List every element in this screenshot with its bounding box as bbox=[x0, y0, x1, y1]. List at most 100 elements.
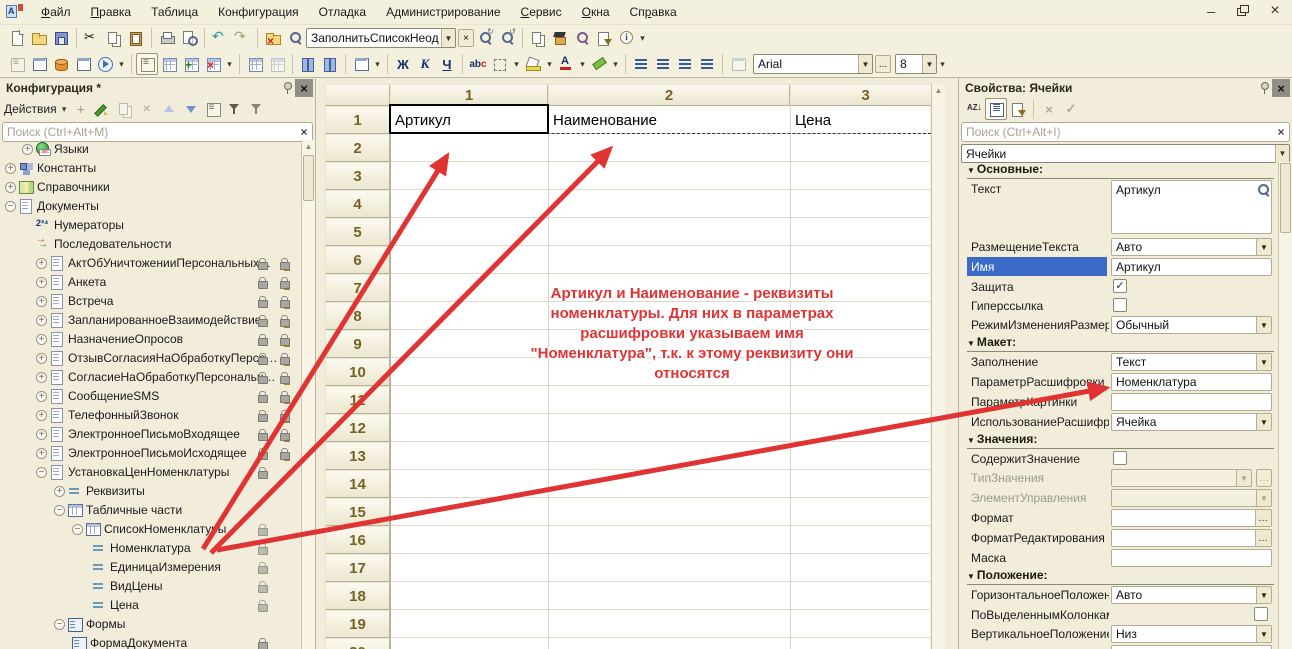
toolbar-overflow-icon[interactable]: ▾ bbox=[937, 53, 948, 75]
row-header-17[interactable]: 17 bbox=[325, 554, 390, 582]
search-clear-icon[interactable]: × bbox=[1273, 125, 1289, 139]
zoom-icon[interactable] bbox=[1255, 182, 1271, 198]
merge-cells-button[interactable] bbox=[244, 53, 266, 75]
tree-item-3[interactable]: +Справочники bbox=[0, 178, 299, 197]
cell-r1c3[interactable]: Цена bbox=[791, 106, 940, 134]
dropdown-icon[interactable]: ▾ bbox=[610, 53, 621, 75]
delete-button[interactable] bbox=[136, 98, 158, 120]
tree-item-17[interactable]: +ЭлектронноеПисьмоИсходящее bbox=[0, 444, 299, 463]
expand-icon[interactable]: + bbox=[5, 163, 16, 174]
tree-item-23[interactable]: ЕдиницаИзмерения bbox=[0, 558, 299, 577]
font-dialog-button[interactable]: ... bbox=[875, 55, 891, 73]
find-in-metadata-button[interactable] bbox=[571, 27, 593, 49]
property-select[interactable]: Авто▼ bbox=[1111, 238, 1272, 256]
property-select[interactable]: ▼ bbox=[1111, 489, 1272, 507]
sheet-scrollbar[interactable]: ▲ bbox=[931, 84, 945, 649]
redo-button[interactable]: ↷ bbox=[231, 27, 253, 49]
row-header-14[interactable]: 14 bbox=[325, 470, 390, 498]
restore-button[interactable] bbox=[1234, 2, 1252, 20]
named-area-button[interactable] bbox=[350, 53, 372, 75]
menu-item-7[interactable]: Сервис bbox=[511, 3, 572, 21]
unmerge-cells-button[interactable] bbox=[266, 53, 288, 75]
dropdown-icon[interactable]: ▼ bbox=[1256, 490, 1271, 506]
ellipsis-button[interactable]: … bbox=[1256, 469, 1272, 487]
copy-button[interactable] bbox=[103, 27, 125, 49]
dropdown-icon[interactable]: ▾ bbox=[544, 53, 555, 75]
property-input[interactable]: Номенклатура bbox=[1111, 373, 1272, 391]
find-in-document-button[interactable] bbox=[262, 27, 284, 49]
dropdown-icon[interactable]: ▾ bbox=[511, 53, 522, 75]
edit-button[interactable] bbox=[92, 98, 114, 120]
font-size-combobox[interactable]: 8▼ bbox=[895, 54, 937, 74]
ellipsis-icon[interactable]: … bbox=[1255, 530, 1271, 546]
panels-button[interactable] bbox=[72, 53, 94, 75]
property-select[interactable]: Обычный▼ bbox=[1111, 316, 1272, 334]
expand-icon[interactable]: + bbox=[36, 258, 47, 269]
text-color-abc-button[interactable]: abc bbox=[467, 53, 489, 75]
tree-item-20[interactable]: −Табличные части bbox=[0, 501, 299, 520]
property-checkbox[interactable] bbox=[1254, 607, 1268, 621]
cut-button[interactable]: ✂ bbox=[81, 27, 103, 49]
configuration-close-icon[interactable]: × bbox=[295, 79, 313, 97]
properties-search[interactable]: Поиск (Ctrl+Alt+I) × bbox=[961, 122, 1290, 142]
row-header-4[interactable]: 4 bbox=[325, 190, 390, 218]
sort-alphabetical-button[interactable] bbox=[963, 98, 985, 120]
section-header-4[interactable]: ▼Положение: bbox=[967, 568, 1274, 585]
view-by-category-button[interactable] bbox=[985, 98, 1007, 120]
cell-r1c2[interactable]: Наименование bbox=[549, 106, 789, 134]
dropdown-icon[interactable]: ▼ bbox=[1256, 239, 1271, 255]
tree-item-2[interactable]: +Константы bbox=[0, 159, 299, 178]
move-right-button[interactable] bbox=[319, 53, 341, 75]
save-button[interactable] bbox=[50, 27, 72, 49]
expand-icon[interactable]: + bbox=[54, 486, 65, 497]
dropdown-icon[interactable]: ▼ bbox=[858, 55, 872, 73]
column-header-1[interactable]: 1 bbox=[390, 84, 548, 106]
row-header-5[interactable]: 5 bbox=[325, 218, 390, 246]
cancel-edit-button[interactable]: × bbox=[1038, 98, 1060, 120]
tree-item-12[interactable]: +ОтзывСогласияНаОбработкуПерсо… bbox=[0, 349, 299, 368]
row-header-7[interactable]: 7 bbox=[325, 274, 390, 302]
collapse-icon[interactable]: − bbox=[72, 524, 83, 535]
copy-fragment-button[interactable] bbox=[527, 27, 549, 49]
expand-icon[interactable]: + bbox=[36, 410, 47, 421]
menu-item-1[interactable]: Файл bbox=[31, 3, 81, 21]
expand-icon[interactable]: + bbox=[36, 372, 47, 383]
find-prev-button[interactable]: ↺ bbox=[496, 27, 518, 49]
property-select[interactable]: Текст▼ bbox=[1111, 353, 1272, 371]
menu-item-5[interactable]: Отладка bbox=[309, 3, 376, 21]
expand-icon[interactable]: + bbox=[36, 296, 47, 307]
tree-item-14[interactable]: +СообщениеSMS bbox=[0, 387, 299, 406]
tree-item-13[interactable]: +СогласиеНаОбработкуПерсональн… bbox=[0, 368, 299, 387]
clear-search-button[interactable]: × bbox=[458, 29, 474, 47]
tree-item-16[interactable]: +ЭлектронноеПисьмоВходящее bbox=[0, 425, 299, 444]
align-left-button[interactable] bbox=[630, 53, 652, 75]
pin-icon[interactable] bbox=[279, 80, 295, 96]
background-button[interactable] bbox=[727, 53, 749, 75]
properties-close-icon[interactable]: × bbox=[1272, 79, 1290, 97]
paste-button[interactable] bbox=[125, 27, 147, 49]
sort-list-button[interactable] bbox=[202, 98, 224, 120]
row-header-20[interactable]: 20 bbox=[325, 638, 390, 649]
tree-item-8[interactable]: +Анкета bbox=[0, 273, 299, 292]
menu-item-4[interactable]: Конфигурация bbox=[208, 3, 309, 21]
dropdown-icon[interactable]: ▼ bbox=[922, 55, 936, 73]
property-select[interactable]: Ячейка▼ bbox=[1111, 413, 1272, 431]
row-header-10[interactable]: 10 bbox=[325, 358, 390, 386]
dropdown-icon[interactable]: ▼ bbox=[1256, 354, 1271, 370]
filter-button[interactable] bbox=[224, 98, 246, 120]
toolbar-overflow-icon[interactable]: ▾ bbox=[637, 27, 648, 49]
new-document-button[interactable] bbox=[6, 27, 28, 49]
tree-item-4[interactable]: −Документы bbox=[0, 197, 299, 216]
section-header-3[interactable]: ▼Значения: bbox=[967, 432, 1274, 449]
tree-item-18[interactable]: −УстановкаЦенНоменклатуры bbox=[0, 463, 299, 482]
tree-item-9[interactable]: +Встреча bbox=[0, 292, 299, 311]
move-left-button[interactable] bbox=[297, 53, 319, 75]
align-center-button[interactable] bbox=[652, 53, 674, 75]
section-collapse-icon[interactable]: ▼ bbox=[967, 436, 975, 445]
collapse-icon[interactable]: − bbox=[5, 201, 16, 212]
search-clear-icon[interactable]: × bbox=[296, 125, 312, 139]
collapse-icon[interactable]: − bbox=[54, 619, 65, 630]
apply-edit-button[interactable]: ✓ bbox=[1060, 98, 1082, 120]
property-checkbox[interactable] bbox=[1113, 298, 1127, 312]
expand-icon[interactable]: + bbox=[36, 391, 47, 402]
